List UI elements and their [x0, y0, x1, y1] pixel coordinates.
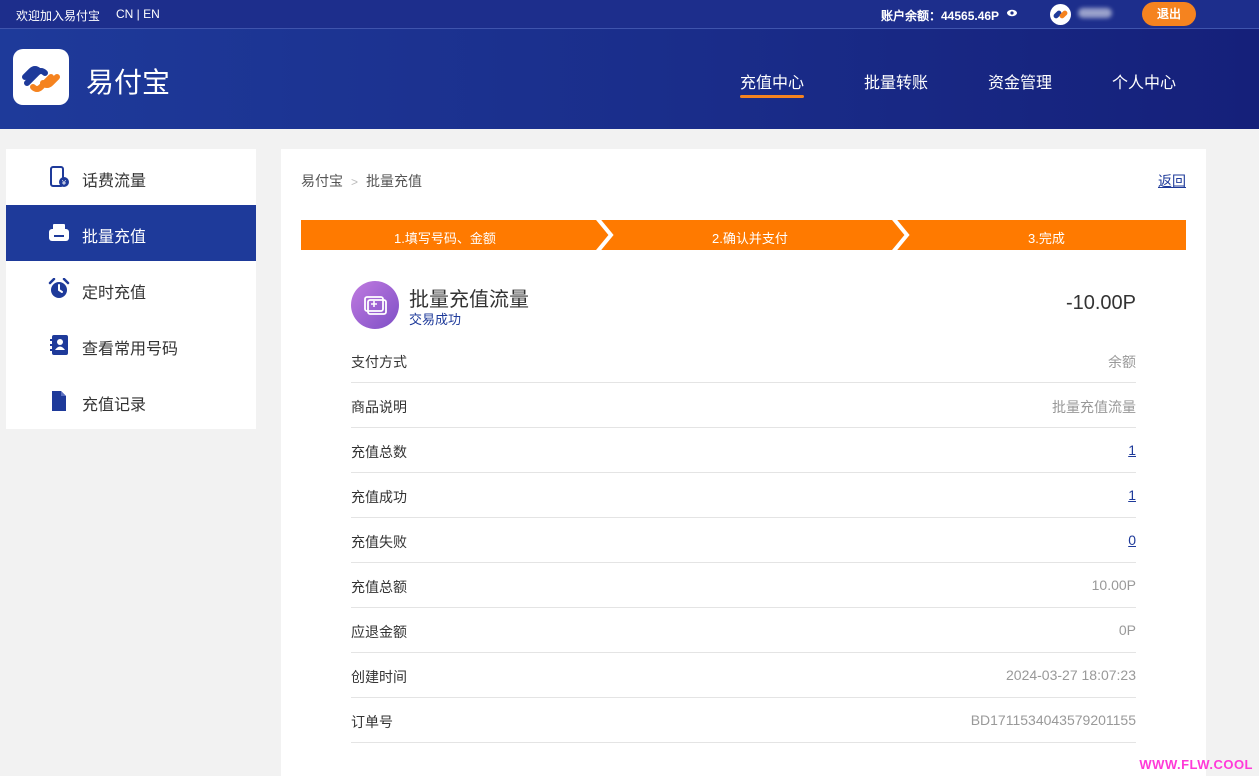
breadcrumb-current: 批量充值: [366, 173, 423, 189]
failed-count-link[interactable]: 0: [1128, 532, 1136, 548]
detail-value: 2024-03-27 18:07:23: [1006, 667, 1136, 683]
watermark: WWW.FLW.COOL: [1139, 757, 1253, 772]
step-3: 3.完成: [1028, 231, 1065, 246]
detail-row-total-amount: 充值总额 10.00P: [351, 563, 1136, 608]
detail-value: BD1711534043579201155: [970, 712, 1136, 728]
svg-text:¥: ¥: [62, 179, 67, 187]
account-balance: 账户余额：44565.46P: [881, 9, 1000, 23]
main-panel: 易付宝 > 批量充值 返回 1.填写号码、金额 2.确认并支付 3.完成 批量充值流…: [281, 149, 1206, 776]
document-icon: [52, 391, 66, 411]
sidebar: ¥ 话费流量 批量充值 定时充值 查看常用号码 充值记录: [6, 149, 256, 429]
username-masked: [1078, 8, 1112, 18]
step-2: 2.确认并支付: [712, 231, 788, 246]
logout-button[interactable]: 退出: [1142, 2, 1196, 26]
sidebar-item-label: 充值记录: [82, 397, 147, 414]
eye-icon[interactable]: [1007, 9, 1017, 17]
logo[interactable]: [13, 49, 69, 105]
contact-book-icon: [50, 335, 68, 355]
transaction-icon: [351, 281, 399, 329]
progress-steps: 1.填写号码、金额 2.确认并支付 3.完成: [301, 216, 1186, 254]
detail-row-success-count: 充值成功 1: [351, 473, 1136, 518]
sidebar-item-phone-data[interactable]: ¥ 话费流量: [6, 149, 256, 205]
sidebar-item-label: 定时充值: [82, 285, 147, 302]
breadcrumb-home[interactable]: 易付宝: [301, 173, 343, 189]
transaction-title: 批量充值流量: [409, 289, 529, 311]
detail-row-product-desc: 商品说明 批量充值流量: [351, 383, 1136, 428]
sidebar-item-common-numbers[interactable]: 查看常用号码: [6, 317, 256, 373]
avatar-logo-icon: [1053, 10, 1068, 19]
nav-recharge-center[interactable]: 充值中心: [740, 69, 805, 98]
nav-batch-transfer[interactable]: 批量转账: [864, 69, 928, 93]
alarm-clock-icon: [48, 278, 70, 298]
welcome-text: 欢迎加入易付宝: [16, 9, 101, 23]
detail-label: 应退金额: [351, 624, 407, 640]
transaction-amount: -10.00P: [1065, 292, 1136, 314]
detail-label: 充值成功: [351, 489, 407, 505]
top-bar: 欢迎加入易付宝 CN | EN 账户余额：44565.46P 退出: [0, 0, 1259, 28]
detail-row-payment-method: 支付方式 余额: [351, 338, 1136, 383]
detail-value: 10.00P: [1091, 577, 1136, 593]
header: 易付宝 充值中心 批量转账 资金管理 个人中心: [0, 28, 1259, 129]
detail-value: 批量充值流量: [1052, 399, 1136, 415]
printer-icon: [49, 224, 69, 241]
total-count-link[interactable]: 1: [1128, 442, 1136, 458]
sidebar-item-label: 查看常用号码: [82, 341, 179, 358]
detail-label: 订单号: [351, 714, 393, 730]
nav-personal-center[interactable]: 个人中心: [1112, 69, 1176, 93]
sidebar-item-recharge-records[interactable]: 充值记录: [6, 373, 256, 429]
nav-fund-management[interactable]: 资金管理: [988, 69, 1052, 93]
breadcrumb: 易付宝 > 批量充值: [301, 171, 422, 191]
detail-row-total-count: 充值总数 1: [351, 428, 1136, 473]
sidebar-item-label: 话费流量: [82, 173, 147, 190]
detail-label: 商品说明: [351, 399, 407, 415]
brand-name: 易付宝: [86, 67, 171, 98]
cards-icon: [364, 296, 387, 315]
sidebar-item-scheduled-recharge[interactable]: 定时充值: [6, 261, 256, 317]
detail-label: 创建时间: [351, 669, 407, 685]
sidebar-item-label: 批量充值: [82, 229, 147, 246]
sidebar-item-batch-recharge[interactable]: 批量充值: [6, 205, 256, 261]
detail-label: 充值总额: [351, 579, 407, 595]
detail-row-created-time: 创建时间 2024-03-27 18:07:23: [351, 653, 1136, 698]
detail-row-refund-amount: 应退金额 0P: [351, 608, 1136, 653]
language-switch[interactable]: CN | EN: [116, 7, 160, 21]
breadcrumb-separator: >: [351, 175, 359, 189]
detail-label: 充值失败: [351, 534, 407, 550]
user-avatar[interactable]: [1050, 4, 1071, 25]
step-1: 1.填写号码、金额: [394, 231, 496, 246]
detail-value: 0P: [1118, 622, 1136, 638]
phone-icon: ¥: [50, 166, 69, 187]
detail-label: 充值总数: [351, 444, 407, 460]
detail-value: 余额: [1108, 354, 1136, 370]
detail-label: 支付方式: [351, 354, 407, 370]
success-count-link[interactable]: 1: [1128, 487, 1136, 503]
back-link[interactable]: 返回: [1158, 171, 1186, 191]
logo-icon: [22, 66, 60, 92]
detail-row-failed-count: 充值失败 0: [351, 518, 1136, 563]
detail-row-order-number: 订单号 BD1711534043579201155: [351, 698, 1136, 743]
transaction-status: 交易成功: [409, 312, 462, 327]
